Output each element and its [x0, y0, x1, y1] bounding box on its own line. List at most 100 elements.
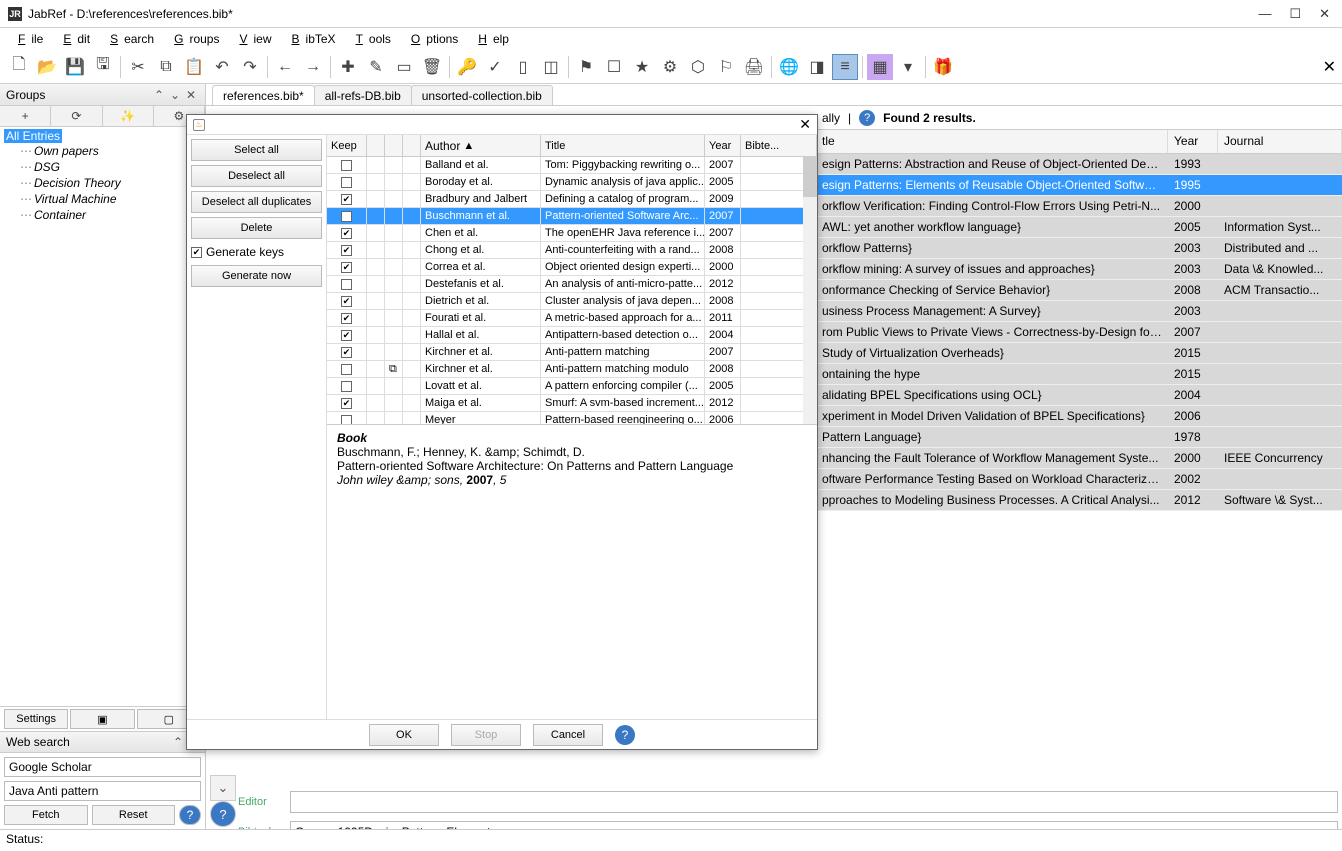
close-tab-icon[interactable]: ✕: [1323, 57, 1336, 77]
entry-tab-down[interactable]: ⌄: [210, 775, 236, 801]
refresh-group-button[interactable]: ⟳: [51, 106, 102, 126]
expand-icon[interactable]: ⌄: [167, 88, 183, 102]
undo-icon[interactable]: ↶: [209, 54, 235, 80]
delete-icon[interactable]: 🗑: [419, 54, 445, 80]
menu-options[interactable]: Options: [399, 30, 464, 48]
tree-item[interactable]: Decision Theory: [4, 175, 201, 191]
menu-help[interactable]: Help: [466, 30, 515, 48]
globe-icon[interactable]: 🌐: [776, 54, 802, 80]
col-dlg-title[interactable]: Title: [541, 135, 705, 157]
menu-file[interactable]: File: [6, 30, 49, 48]
cleanup-icon[interactable]: ✓: [482, 54, 508, 80]
menu-edit[interactable]: Edit: [51, 30, 96, 48]
list-item[interactable]: ✔Chong et al.Anti-counterfeiting with a …: [327, 242, 817, 259]
list-item[interactable]: ✔Kirchner et al.Anti-pattern matching200…: [327, 344, 817, 361]
open-icon[interactable]: 📂: [34, 54, 60, 80]
back-icon[interactable]: ←: [272, 54, 298, 80]
search-query-input[interactable]: [4, 781, 201, 801]
provider-select[interactable]: [4, 757, 201, 777]
autogroup-button[interactable]: ✨: [103, 106, 154, 126]
copy-icon[interactable]: ⧉: [153, 54, 179, 80]
tree-item[interactable]: Own papers: [4, 143, 201, 159]
tab-unsorted[interactable]: unsorted-collection.bib: [411, 85, 553, 105]
col-dlg-year[interactable]: Year: [705, 135, 741, 157]
menu-groups[interactable]: Groups: [162, 30, 225, 48]
ok-button[interactable]: OK: [369, 724, 439, 746]
list-item[interactable]: ✔Chen et al.The openEHR Java reference i…: [327, 225, 817, 242]
bookmark-icon[interactable]: ⚑: [573, 54, 599, 80]
list-item[interactable]: ✔Hallal et al.Antipattern-based detectio…: [327, 327, 817, 344]
list-item[interactable]: Lovatt et al.A pattern enforcing compile…: [327, 378, 817, 395]
deselect-dup-button[interactable]: Deselect all duplicates: [191, 191, 322, 213]
menu-bibtex[interactable]: BibTeX: [280, 30, 342, 48]
menu-view[interactable]: View: [227, 30, 277, 48]
collapse-icon[interactable]: ⌃: [151, 88, 167, 102]
deselect-all-button[interactable]: Deselect all: [191, 165, 322, 187]
menu-search[interactable]: Search: [98, 30, 160, 48]
dropdown-icon[interactable]: ▾: [895, 54, 921, 80]
entry-tab-help[interactable]: ?: [210, 801, 236, 827]
edit-entry-icon[interactable]: ✎: [363, 54, 389, 80]
minimize-button[interactable]: —: [1258, 6, 1271, 22]
forward-icon[interactable]: →: [300, 54, 326, 80]
list-item[interactable]: ✔Dietrich et al.Cluster analysis of java…: [327, 293, 817, 310]
gear-icon[interactable]: ⚙: [657, 54, 683, 80]
editor-field[interactable]: [290, 791, 1338, 813]
tab-references[interactable]: references.bib*: [212, 85, 315, 105]
tree-item[interactable]: DSG: [4, 159, 201, 175]
fetch-button[interactable]: Fetch: [4, 805, 88, 825]
generate-keys-checkbox[interactable]: ✔Generate keys: [191, 243, 322, 261]
new-icon[interactable]: 🗋: [6, 54, 32, 80]
tree-item[interactable]: Virtual Machine: [4, 191, 201, 207]
paste-icon[interactable]: 📋: [181, 54, 207, 80]
library-icon[interactable]: ◫: [538, 54, 564, 80]
col-year[interactable]: Year: [1168, 130, 1218, 153]
col-bibtex[interactable]: Bibte...: [741, 135, 817, 157]
scrollbar[interactable]: [803, 157, 817, 424]
ws-collapse-icon[interactable]: ⌃: [171, 735, 185, 749]
col-author[interactable]: Author ▲: [421, 135, 541, 157]
col-keep[interactable]: Keep: [327, 135, 367, 157]
save-all-icon[interactable]: 🖫: [90, 54, 116, 80]
star-icon[interactable]: ★: [629, 54, 655, 80]
dialog-close-icon[interactable]: ✕: [799, 116, 811, 133]
tree-all-entries[interactable]: All Entries: [4, 129, 62, 143]
key-icon[interactable]: 🔑: [454, 54, 480, 80]
save-icon[interactable]: 💾: [62, 54, 88, 80]
list-item[interactable]: ✔Buschmann et al.Pattern-oriented Softwa…: [327, 208, 817, 225]
list-item[interactable]: ✔Maiga et al.Smurf: A svm-based incremen…: [327, 395, 817, 412]
list-item[interactable]: Boroday et al.Dynamic analysis of java a…: [327, 174, 817, 191]
list-item[interactable]: ✔Fourati et al.A metric-based approach f…: [327, 310, 817, 327]
close-button[interactable]: ✕: [1319, 6, 1330, 22]
col-journal[interactable]: Journal: [1218, 130, 1342, 153]
book-icon[interactable]: ▯: [510, 54, 536, 80]
cancel-button[interactable]: Cancel: [533, 724, 603, 746]
close-panel-icon[interactable]: ✕: [183, 88, 199, 102]
col-title[interactable]: tle: [816, 130, 1168, 153]
bookmark2-icon[interactable]: ☐: [601, 54, 627, 80]
help-icon[interactable]: ?: [179, 805, 201, 825]
relevance-icon[interactable]: ⬡: [685, 54, 711, 80]
reset-button[interactable]: Reset: [92, 805, 176, 825]
entry-editor-icon[interactable]: ▭: [391, 54, 417, 80]
add-group-button[interactable]: +: [0, 106, 51, 126]
menu-tools[interactable]: Tools: [344, 30, 397, 48]
flag-icon[interactable]: ⚐: [713, 54, 739, 80]
list-item[interactable]: MeyerPattern-based reengineering o...200…: [327, 412, 817, 425]
select-all-button[interactable]: Select all: [191, 139, 322, 161]
expand-tree-button[interactable]: ▣: [70, 709, 134, 729]
cut-icon[interactable]: ✂: [125, 54, 151, 80]
generate-now-button[interactable]: Generate now: [191, 265, 322, 287]
highlight-icon[interactable]: ▦: [867, 54, 893, 80]
toggle-groups-icon[interactable]: ≡: [832, 54, 858, 80]
list-item[interactable]: Destefanis et al.An analysis of anti-mic…: [327, 276, 817, 293]
new-entry-icon[interactable]: ✚: [335, 54, 361, 80]
settings-button[interactable]: Settings: [4, 709, 68, 729]
tree-item[interactable]: Container: [4, 207, 201, 223]
redo-icon[interactable]: ↷: [237, 54, 263, 80]
maximize-button[interactable]: ☐: [1289, 6, 1301, 22]
list-item[interactable]: ⧉Kirchner et al.Anti-pattern matching mo…: [327, 361, 817, 378]
panel-icon[interactable]: ◨: [804, 54, 830, 80]
tab-allrefs[interactable]: all-refs-DB.bib: [314, 85, 412, 105]
gift-icon[interactable]: 🎁: [930, 54, 956, 80]
